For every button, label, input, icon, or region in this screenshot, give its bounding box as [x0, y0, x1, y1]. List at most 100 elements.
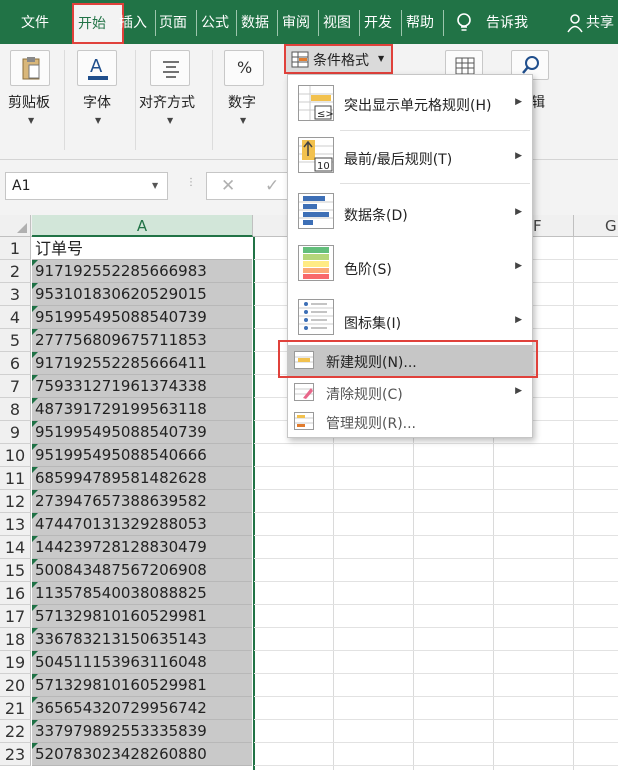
grid-line	[573, 237, 574, 770]
tab-review[interactable]: 审阅	[282, 12, 310, 34]
cell-value: 337979892553335839	[35, 722, 207, 740]
row-header[interactable]: 23	[0, 743, 31, 766]
table-cell[interactable]: 113578540038088825	[32, 582, 252, 605]
row-header[interactable]: 3	[0, 283, 31, 306]
table-cell[interactable]: 759331271961374338	[32, 375, 252, 398]
row-header[interactable]: 1	[0, 237, 31, 260]
row-header[interactable]: 6	[0, 352, 31, 375]
color-scales-icon	[298, 245, 334, 281]
column-header-g[interactable]: G	[605, 215, 618, 237]
cancel-icon[interactable]: ✕	[221, 176, 235, 196]
tell-me-search[interactable]: 告诉我	[486, 12, 528, 34]
table-cell[interactable]: 571329810160529981	[32, 674, 252, 697]
tab-help[interactable]: 帮助	[406, 12, 434, 34]
error-indicator-icon	[32, 651, 38, 657]
column-divider	[573, 215, 574, 237]
submenu-arrow-icon: ▶	[515, 97, 522, 107]
row-header[interactable]: 14	[0, 536, 31, 559]
table-cell[interactable]: 571329810160529981	[32, 605, 252, 628]
tab-formulas[interactable]: 公式	[201, 12, 229, 34]
user-icon[interactable]	[566, 13, 584, 37]
table-cell[interactable]: 500843487567206908	[32, 559, 252, 582]
table-cell[interactable]: 953101830620529015	[32, 283, 252, 306]
menu-item-clear-rules[interactable]: 清除规则(C) ▶	[288, 379, 532, 407]
chevron-down-icon[interactable]: ▼	[28, 116, 34, 125]
table-cell[interactable]: 365654320729956742	[32, 697, 252, 720]
tab-developer[interactable]: 开发	[364, 12, 392, 34]
table-cell[interactable]: 336783213150635143	[32, 628, 252, 651]
table-cell[interactable]: 273947657388639582	[32, 490, 252, 513]
tab-data[interactable]: 数据	[241, 12, 269, 34]
alignment-button[interactable]	[150, 50, 190, 86]
grid-line	[254, 765, 618, 766]
tab-home[interactable]: 开始	[72, 3, 124, 44]
menu-item-data-bars[interactable]: 数据条(D) ▶	[288, 185, 532, 237]
resize-dots-icon[interactable]: ⋮	[186, 177, 196, 188]
row-header[interactable]: 7	[0, 375, 31, 398]
row-header[interactable]: 4	[0, 306, 31, 329]
row-header[interactable]: 16	[0, 582, 31, 605]
row-header[interactable]: 18	[0, 628, 31, 651]
row-header[interactable]: 13	[0, 513, 31, 536]
chevron-down-icon[interactable]: ▼	[167, 116, 173, 125]
row-header[interactable]: 22	[0, 720, 31, 743]
column-header-a[interactable]: A	[32, 215, 253, 237]
lightbulb-icon[interactable]	[455, 12, 473, 38]
table-cell[interactable]: 951995495088540739	[32, 421, 252, 444]
menu-item-icon-sets[interactable]: 图标集(I) ▶	[288, 291, 532, 343]
tab-file[interactable]: 文件	[21, 12, 49, 34]
row-header[interactable]: 17	[0, 605, 31, 628]
share-button[interactable]: 共享	[586, 12, 618, 34]
table-cell[interactable]: 144239728128830479	[32, 536, 252, 559]
svg-text:A: A	[90, 56, 103, 77]
row-header[interactable]: 20	[0, 674, 31, 697]
icon-sets-icon	[298, 299, 334, 335]
menu-item-manage-rules[interactable]: 管理规则(R)...	[288, 408, 532, 436]
table-cell[interactable]: 520783023428260880	[32, 743, 252, 766]
select-all-corner[interactable]	[0, 215, 31, 237]
row-header[interactable]: 9	[0, 421, 31, 444]
formula-buttons: ✕ ✓	[206, 172, 296, 200]
row-header[interactable]: 11	[0, 467, 31, 490]
table-cell[interactable]: 277756809675711853	[32, 329, 252, 352]
tab-view[interactable]: 视图	[323, 12, 351, 34]
table-cell[interactable]: 504511153963116048	[32, 651, 252, 674]
tab-page-layout[interactable]: 页面	[159, 12, 195, 34]
menu-item-color-scales[interactable]: 色阶(S) ▶	[288, 237, 532, 289]
row-header[interactable]: 15	[0, 559, 31, 582]
column-header-f[interactable]: F	[533, 215, 573, 237]
row-header[interactable]: 21	[0, 697, 31, 720]
manage-rules-label: 管理规则(R)...	[326, 416, 417, 432]
row-header[interactable]: 5	[0, 329, 31, 352]
table-cell[interactable]: 917192552285666983	[32, 260, 252, 283]
header-cell[interactable]: 订单号	[32, 237, 252, 260]
confirm-icon[interactable]: ✓	[265, 176, 279, 196]
table-cell[interactable]: 474470131329288053	[32, 513, 252, 536]
chevron-down-icon[interactable]: ▼	[240, 116, 246, 125]
cell-value: 953101830620529015	[35, 285, 207, 303]
table-cell[interactable]: 487391729199563118	[32, 398, 252, 421]
menu-item-top-bottom-rules[interactable]: 10 最前/最后规则(T) ▶	[288, 131, 532, 183]
font-button[interactable]: A	[77, 50, 117, 86]
conditional-formatting-button[interactable]: 条件格式 ▼	[284, 44, 393, 74]
row-header[interactable]: 19	[0, 651, 31, 674]
tab-insert[interactable]: 插入	[119, 12, 149, 34]
paste-button[interactable]	[10, 50, 50, 86]
number-group-label: 数字	[228, 95, 256, 111]
menu-item-highlight-rules[interactable]: ≤> 突出显示单元格规则(H) ▶	[288, 77, 532, 129]
row-header[interactable]: 12	[0, 490, 31, 513]
grid-line	[254, 742, 618, 743]
chevron-down-icon[interactable]: ▼	[95, 116, 101, 125]
chevron-down-icon[interactable]: ▼	[152, 181, 158, 190]
table-cell[interactable]: 951995495088540739	[32, 306, 252, 329]
table-cell[interactable]: 685994789581482628	[32, 467, 252, 490]
table-cell[interactable]: 917192552285666411	[32, 352, 252, 375]
error-indicator-icon	[32, 743, 38, 749]
row-header[interactable]: 2	[0, 260, 31, 283]
name-box[interactable]: A1 ▼	[5, 172, 168, 200]
row-header[interactable]: 10	[0, 444, 31, 467]
number-format-button[interactable]: %	[224, 50, 264, 86]
row-header[interactable]: 8	[0, 398, 31, 421]
table-cell[interactable]: 337979892553335839	[32, 720, 252, 743]
table-cell[interactable]: 951995495088540666	[32, 444, 252, 467]
